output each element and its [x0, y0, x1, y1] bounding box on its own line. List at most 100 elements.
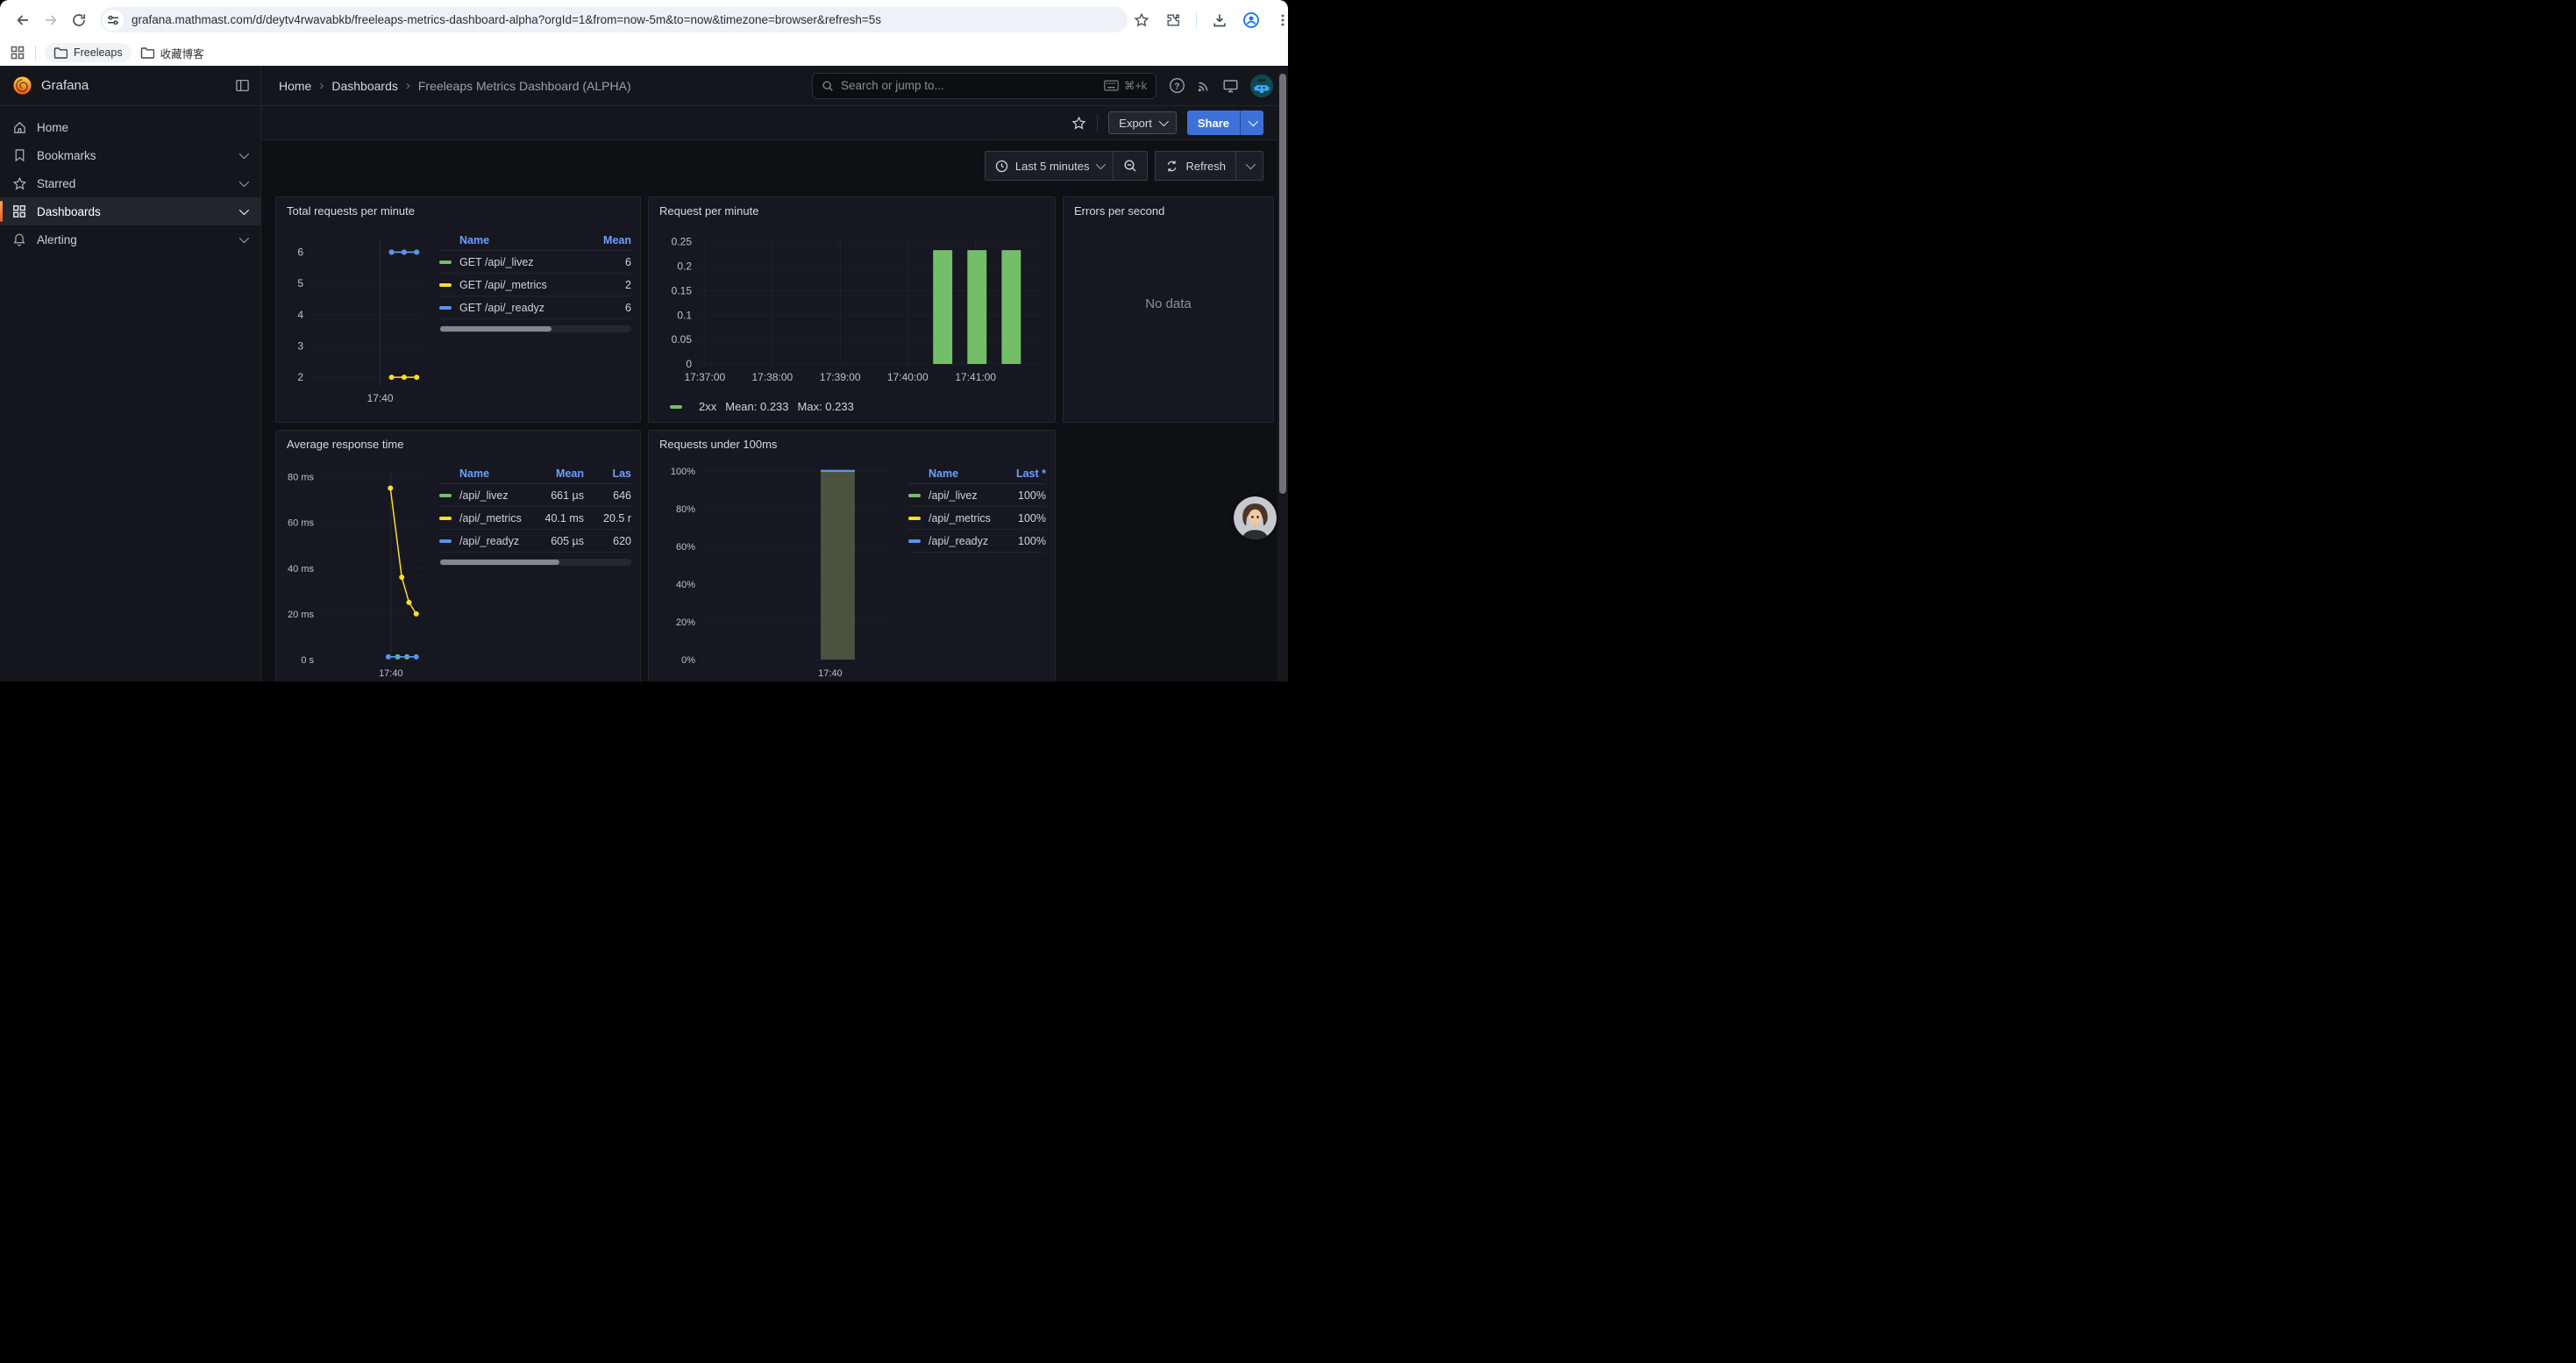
legend-row[interactable]: /api/_metrics100% [908, 507, 1046, 530]
url-text: grafana.mathmast.com/d/deytv4rwavabkb/fr… [132, 13, 1119, 26]
browser-menu-icon[interactable] [1269, 6, 1288, 34]
back-icon[interactable] [9, 6, 37, 34]
legend-row[interactable]: /api/_readyz100% [908, 530, 1046, 553]
sidebar-item-starred[interactable]: Starred [0, 169, 260, 197]
svg-text:0.25: 0.25 [672, 236, 693, 248]
url-bar[interactable]: grafana.mathmast.com/d/deytv4rwavabkb/fr… [100, 7, 1128, 32]
legend-row[interactable]: GET /api/_readyz6 [439, 296, 631, 319]
sidebar-item-label: Home [37, 121, 68, 134]
panel-title[interactable]: Request per minute [649, 197, 1055, 220]
bookmark-folder-freeleaps[interactable]: Freeleaps [45, 43, 132, 62]
legend-row[interactable]: /api/_livez100% [908, 484, 1046, 507]
legend-row[interactable]: /api/_livez661 µs646 [439, 484, 631, 507]
chevron-down-icon[interactable] [239, 205, 249, 215]
user-avatar[interactable] [1249, 74, 1274, 98]
sidebar-item-label: Alerting [37, 233, 77, 246]
chevron-down-icon[interactable] [239, 177, 249, 187]
search-placeholder: Search or jump to... [841, 79, 944, 92]
favorite-star-icon[interactable] [1071, 116, 1086, 131]
svg-text:80%: 80% [676, 504, 695, 515]
panel-title[interactable]: Errors per second [1064, 197, 1273, 220]
panel-title[interactable]: Total requests per minute [276, 197, 640, 220]
news-rss-icon[interactable] [1196, 78, 1212, 94]
profile-icon[interactable] [1237, 6, 1265, 34]
refresh-button[interactable]: Refresh [1156, 152, 1235, 180]
request-per-minute-chart[interactable]: 0.250.20.150.10.05017:37:0017:38:0017:39… [658, 220, 1046, 392]
search-input[interactable]: Search or jump to... ⌘+k [812, 73, 1156, 99]
export-button[interactable]: Export [1108, 111, 1177, 134]
sidebar-item-label: Dashboards [37, 205, 101, 218]
forward-icon[interactable] [37, 6, 65, 34]
breadcrumb-dashboards[interactable]: Dashboards [331, 79, 398, 93]
time-range-picker[interactable]: Last 5 minutes [986, 152, 1114, 180]
legend-row[interactable]: GET /api/_metrics2 [439, 274, 631, 296]
header-icons: ? [1169, 74, 1274, 98]
apps-grid-icon[interactable] [11, 46, 25, 60]
legend-inline[interactable]: 2xx Mean: 0.233 Max: 0.233 [658, 392, 1046, 413]
sidebar-toggle-icon[interactable] [235, 78, 250, 93]
page-scrollbar[interactable] [1277, 66, 1288, 682]
legend-row[interactable]: /api/_metrics40.1 ms20.5 r [439, 507, 631, 530]
extensions-icon[interactable] [1159, 6, 1187, 34]
breadcrumb: Home › Dashboards › Freeleaps Metrics Da… [279, 78, 631, 93]
legend-scrollbar[interactable] [439, 325, 631, 332]
grafana-header: Grafana Home › Dashboards › Freeleaps Me… [0, 66, 1288, 106]
share-button[interactable]: Share [1187, 111, 1263, 135]
panel-title[interactable]: Average response time [276, 431, 640, 453]
sidebar-item-label: Starred [37, 177, 75, 190]
total-requests-chart[interactable]: 6543217:40 [285, 220, 432, 418]
help-icon[interactable]: ? [1169, 77, 1185, 94]
series-mean: Mean: 0.233 [725, 400, 788, 413]
panel-title[interactable]: Requests under 100ms [649, 431, 1055, 453]
refresh-interval-dropdown[interactable] [1235, 152, 1263, 180]
series-pill [670, 405, 682, 409]
svg-text:0.05: 0.05 [672, 333, 693, 346]
legend-row[interactable]: GET /api/_livez6 [439, 251, 631, 274]
grafana-logo[interactable] [12, 75, 32, 96]
bookmark-star-icon[interactable] [1128, 6, 1156, 34]
series-pill [439, 517, 452, 520]
zoom-out-button[interactable] [1113, 152, 1147, 180]
legend-col-mean[interactable]: Mean [591, 234, 631, 246]
legend-row[interactable]: /api/_readyz605 µs620 [439, 530, 631, 553]
chevron-down-icon[interactable] [239, 233, 249, 243]
sidebar-item-dashboards[interactable]: Dashboards [0, 197, 260, 225]
svg-text:20 ms: 20 ms [288, 610, 314, 620]
site-settings-icon[interactable] [103, 10, 124, 31]
scrollbar-thumb[interactable] [1279, 74, 1286, 494]
dashboard-toolbar: Export Share [261, 106, 1288, 140]
download-icon[interactable] [1206, 6, 1234, 34]
bookmark-folder-blogs[interactable]: 收藏博客 [132, 41, 213, 65]
panel-requests-under-100ms: Requests under 100ms 100%80%60%40%20%0%1… [648, 430, 1056, 682]
legend-col-mean[interactable]: Mean [538, 467, 584, 480]
bell-icon [11, 232, 28, 247]
share-dropdown[interactable] [1240, 111, 1263, 135]
sidebar-item-home[interactable]: Home [0, 113, 260, 141]
chevron-down-icon[interactable] [239, 149, 249, 159]
home-icon [11, 120, 28, 135]
series-pill [908, 539, 921, 543]
folder-icon [53, 46, 68, 59]
legend-col-last[interactable]: Las [593, 467, 631, 480]
assistant-avatar[interactable] [1234, 496, 1277, 539]
average-response-chart[interactable]: 80 ms60 ms40 ms20 ms0 s17:40 [285, 453, 432, 682]
panel-request-per-minute: Request per minute 0.250.20.150.10.05017… [648, 196, 1056, 423]
series-max: Max: 0.233 [798, 400, 854, 413]
time-controls: Last 5 minutes Refresh [261, 140, 1288, 181]
legend-col-name[interactable]: Name [929, 467, 1002, 480]
legend-scrollbar[interactable] [439, 559, 631, 566]
sidebar-item-bookmarks[interactable]: Bookmarks [0, 141, 260, 169]
sidebar-item-alerting[interactable]: Alerting [0, 225, 260, 253]
legend-col-name[interactable]: Name [459, 467, 538, 480]
legend-col-name[interactable]: Name [459, 234, 591, 246]
legend-col-last[interactable]: Last * [1002, 467, 1046, 480]
svg-text:17:39:00: 17:39:00 [820, 371, 861, 383]
reload-icon[interactable] [65, 6, 93, 34]
breadcrumb-home[interactable]: Home [279, 79, 311, 93]
under-100ms-chart[interactable]: 100%80%60%40%20%0%17:40 [658, 453, 901, 682]
tv-kiosk-icon[interactable] [1222, 78, 1239, 94]
svg-text:17:38:00: 17:38:00 [751, 371, 793, 383]
series-pill [908, 494, 921, 497]
legend-table: NameMean GET /api/_livez6 GET /api/_metr… [439, 231, 631, 418]
time-range-label: Last 5 minutes [1015, 160, 1090, 173]
